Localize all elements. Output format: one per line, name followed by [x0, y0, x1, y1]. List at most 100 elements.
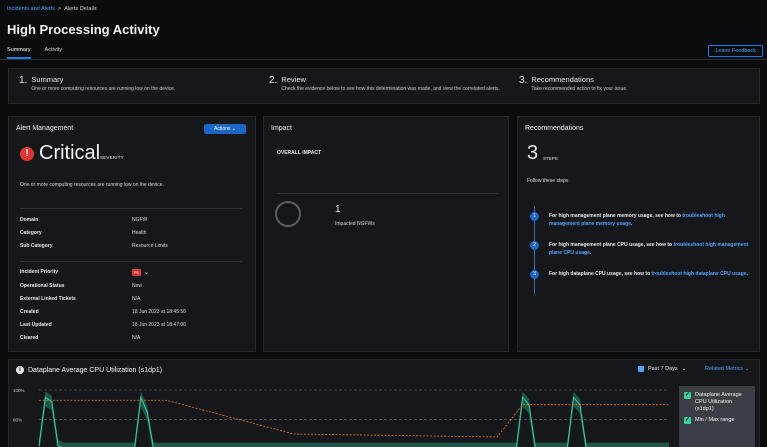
breadcrumb: Incidents and Alerts > Alerts Details [7, 6, 97, 12]
step-title: Review [281, 75, 306, 84]
impacted-count: 1 [335, 204, 341, 215]
recommendation-text: For high management plane CPU usage, see… [549, 241, 750, 257]
detail-value: 18 Jun 2023 at 18:45:56 [132, 309, 186, 315]
steps-bar: 1. Summary One or more computing resourc… [8, 68, 760, 104]
priority-select[interactable]: P1 ⌄ [132, 269, 149, 276]
tab-activity[interactable]: Activity [45, 47, 62, 59]
breadcrumb-separator: > [58, 6, 62, 12]
detail-incident-priority: Incident Priority P1 ⌄ [20, 269, 149, 276]
detail-key: Created [20, 309, 39, 315]
panel-title: Impact [271, 125, 293, 132]
critical-alert-icon: ! [20, 147, 34, 161]
related-metrics-label: Related Metrics [705, 366, 744, 372]
detail-key: Sub Category [20, 243, 53, 249]
detail-key: Incident Priority [20, 269, 59, 275]
detail-value: N/A [132, 296, 141, 302]
detail-created: Created 18 Jun 2023 at 18:45:56 [20, 309, 186, 315]
breadcrumb-incidents-link[interactable]: Incidents and Alerts [7, 6, 55, 12]
step-review: 2. Review Check the evidence below to se… [259, 69, 509, 103]
step-description: One or more computing resources are runn… [31, 86, 176, 92]
steps-label: STEPS [543, 156, 558, 161]
time-range-select[interactable]: Past 7 Days ⌄ [638, 366, 686, 372]
detail-value: Resource Limits [132, 243, 168, 249]
follow-steps-text: Follow these steps [527, 178, 569, 184]
detail-sub-category: Sub Category Resource Limits [20, 243, 168, 249]
tab-bar: Summary Activity [7, 47, 62, 59]
actions-button[interactable]: Actions ⌄ [204, 124, 246, 134]
legend-item[interactable]: ✓ Dataplane Average CPU Utilization (s1d… [684, 392, 750, 413]
recommendation-end: . [630, 221, 633, 227]
chevron-down-icon: ⌄ [744, 366, 750, 372]
chart-legend: ✓ Dataplane Average CPU Utilization (s1d… [679, 386, 755, 447]
tab-summary[interactable]: Summary [7, 47, 31, 59]
detail-operational-status: Operational Status New [20, 283, 142, 289]
detail-value: NGFW [132, 217, 148, 223]
calendar-icon [638, 366, 644, 372]
step-number: 2. [269, 75, 278, 86]
detail-category: Category Health [20, 230, 146, 236]
related-metrics-select[interactable]: Related Metrics ⌄ [705, 366, 749, 372]
detail-value: New [132, 283, 143, 289]
panel-title: Recommendations [525, 125, 584, 132]
recommendation-prefix: For high management plane memory usage, … [549, 213, 683, 219]
chevron-down-icon: ⌄ [231, 126, 236, 132]
step-description: Take recommended action to fix your issu… [531, 86, 628, 92]
recommendation-text: For high dataplane CPU usage, see how to… [549, 270, 748, 279]
step-title: Recommendations [531, 75, 594, 84]
step-description: Check the evidence below to see how this… [281, 86, 500, 92]
cpu-utilization-chart-panel: i Dataplane Average CPU Utilization (s1d… [8, 359, 760, 447]
step-badge: 2 [530, 241, 539, 250]
severity-value: Critical [39, 142, 101, 164]
detail-key: External Linked Tickets [20, 296, 76, 302]
detail-key: Cleared [20, 335, 39, 341]
step-title: Summary [31, 75, 64, 84]
steps-count: 3 [527, 142, 539, 164]
header: Incidents and Alerts > Alerts Details Hi… [0, 0, 767, 60]
recommendation-item: 3 For high dataplane CPU usage, see how … [530, 270, 750, 279]
chevron-down-icon: ⌄ [144, 270, 150, 276]
recommendation-end: . [746, 271, 748, 277]
impacted-label: Impacted NGFWs [335, 221, 375, 227]
severity-label: SEVERITY [100, 155, 124, 160]
impact-donut [275, 201, 301, 227]
leave-feedback-button[interactable]: Leave Feedback [708, 45, 763, 57]
chevron-down-icon: ⌄ [681, 366, 687, 372]
detail-value: N/A [132, 335, 141, 341]
chart-title: Dataplane Average CPU Utilization (s1dp1… [28, 366, 163, 374]
panel-title: Alert Management [16, 125, 74, 132]
checkbox-checked-icon: ✓ [684, 417, 691, 424]
impact-panel: Impact OVERALL IMPACT 1 Impacted NGFWs [263, 116, 509, 352]
detail-external-tickets: External Linked Tickets N/A [20, 296, 140, 302]
recommendation-text: For high management plane memory usage, … [549, 212, 750, 228]
divider [20, 261, 242, 262]
legend-item[interactable]: ✓ Min / Max range [684, 417, 750, 424]
y-tick-label: 80% [13, 417, 22, 422]
recommendation-item: 1 For high management plane memory usage… [530, 212, 750, 228]
troubleshoot-link[interactable]: troubleshoot high dataplane CPU usage [652, 271, 747, 277]
detail-value: Health [132, 230, 147, 236]
step-badge: 3 [530, 270, 539, 279]
tab-divider [0, 59, 767, 60]
legend-label: Dataplane Average CPU Utilization (s1dp1… [695, 392, 742, 412]
detail-key: Last Updated [20, 322, 52, 328]
recommendation-item: 2 For high management plane CPU usage, s… [530, 241, 750, 257]
overall-impact-label: OVERALL IMPACT [277, 150, 321, 156]
detail-last-updated: Last Updated 18 Jun 2023 at 18:47:06 [20, 322, 186, 328]
step-summary: 1. Summary One or more computing resourc… [9, 69, 259, 103]
detail-key: Category [20, 230, 42, 236]
actions-label: Actions [214, 126, 231, 132]
detail-key: Operational Status [20, 283, 65, 289]
page-title: High Processing Activity [7, 22, 160, 37]
info-icon[interactable]: i [16, 366, 24, 374]
legend-label: Min / Max range [695, 417, 735, 423]
recommendations-panel: Recommendations 3 STEPS Follow these ste… [517, 116, 760, 352]
recommendation-prefix: For high management plane CPU usage, see… [549, 242, 674, 248]
priority-badge: P1 [132, 269, 141, 276]
alert-description: One or more computing resources are runn… [20, 182, 164, 188]
step-number: 1. [19, 75, 28, 86]
divider [277, 193, 498, 194]
alert-management-panel: Alert Management Actions ⌄ ! Critical SE… [8, 116, 256, 352]
divider [20, 208, 242, 209]
breadcrumb-current: Alerts Details [64, 6, 97, 12]
recommendation-prefix: For high dataplane CPU usage, see how to [549, 271, 652, 277]
